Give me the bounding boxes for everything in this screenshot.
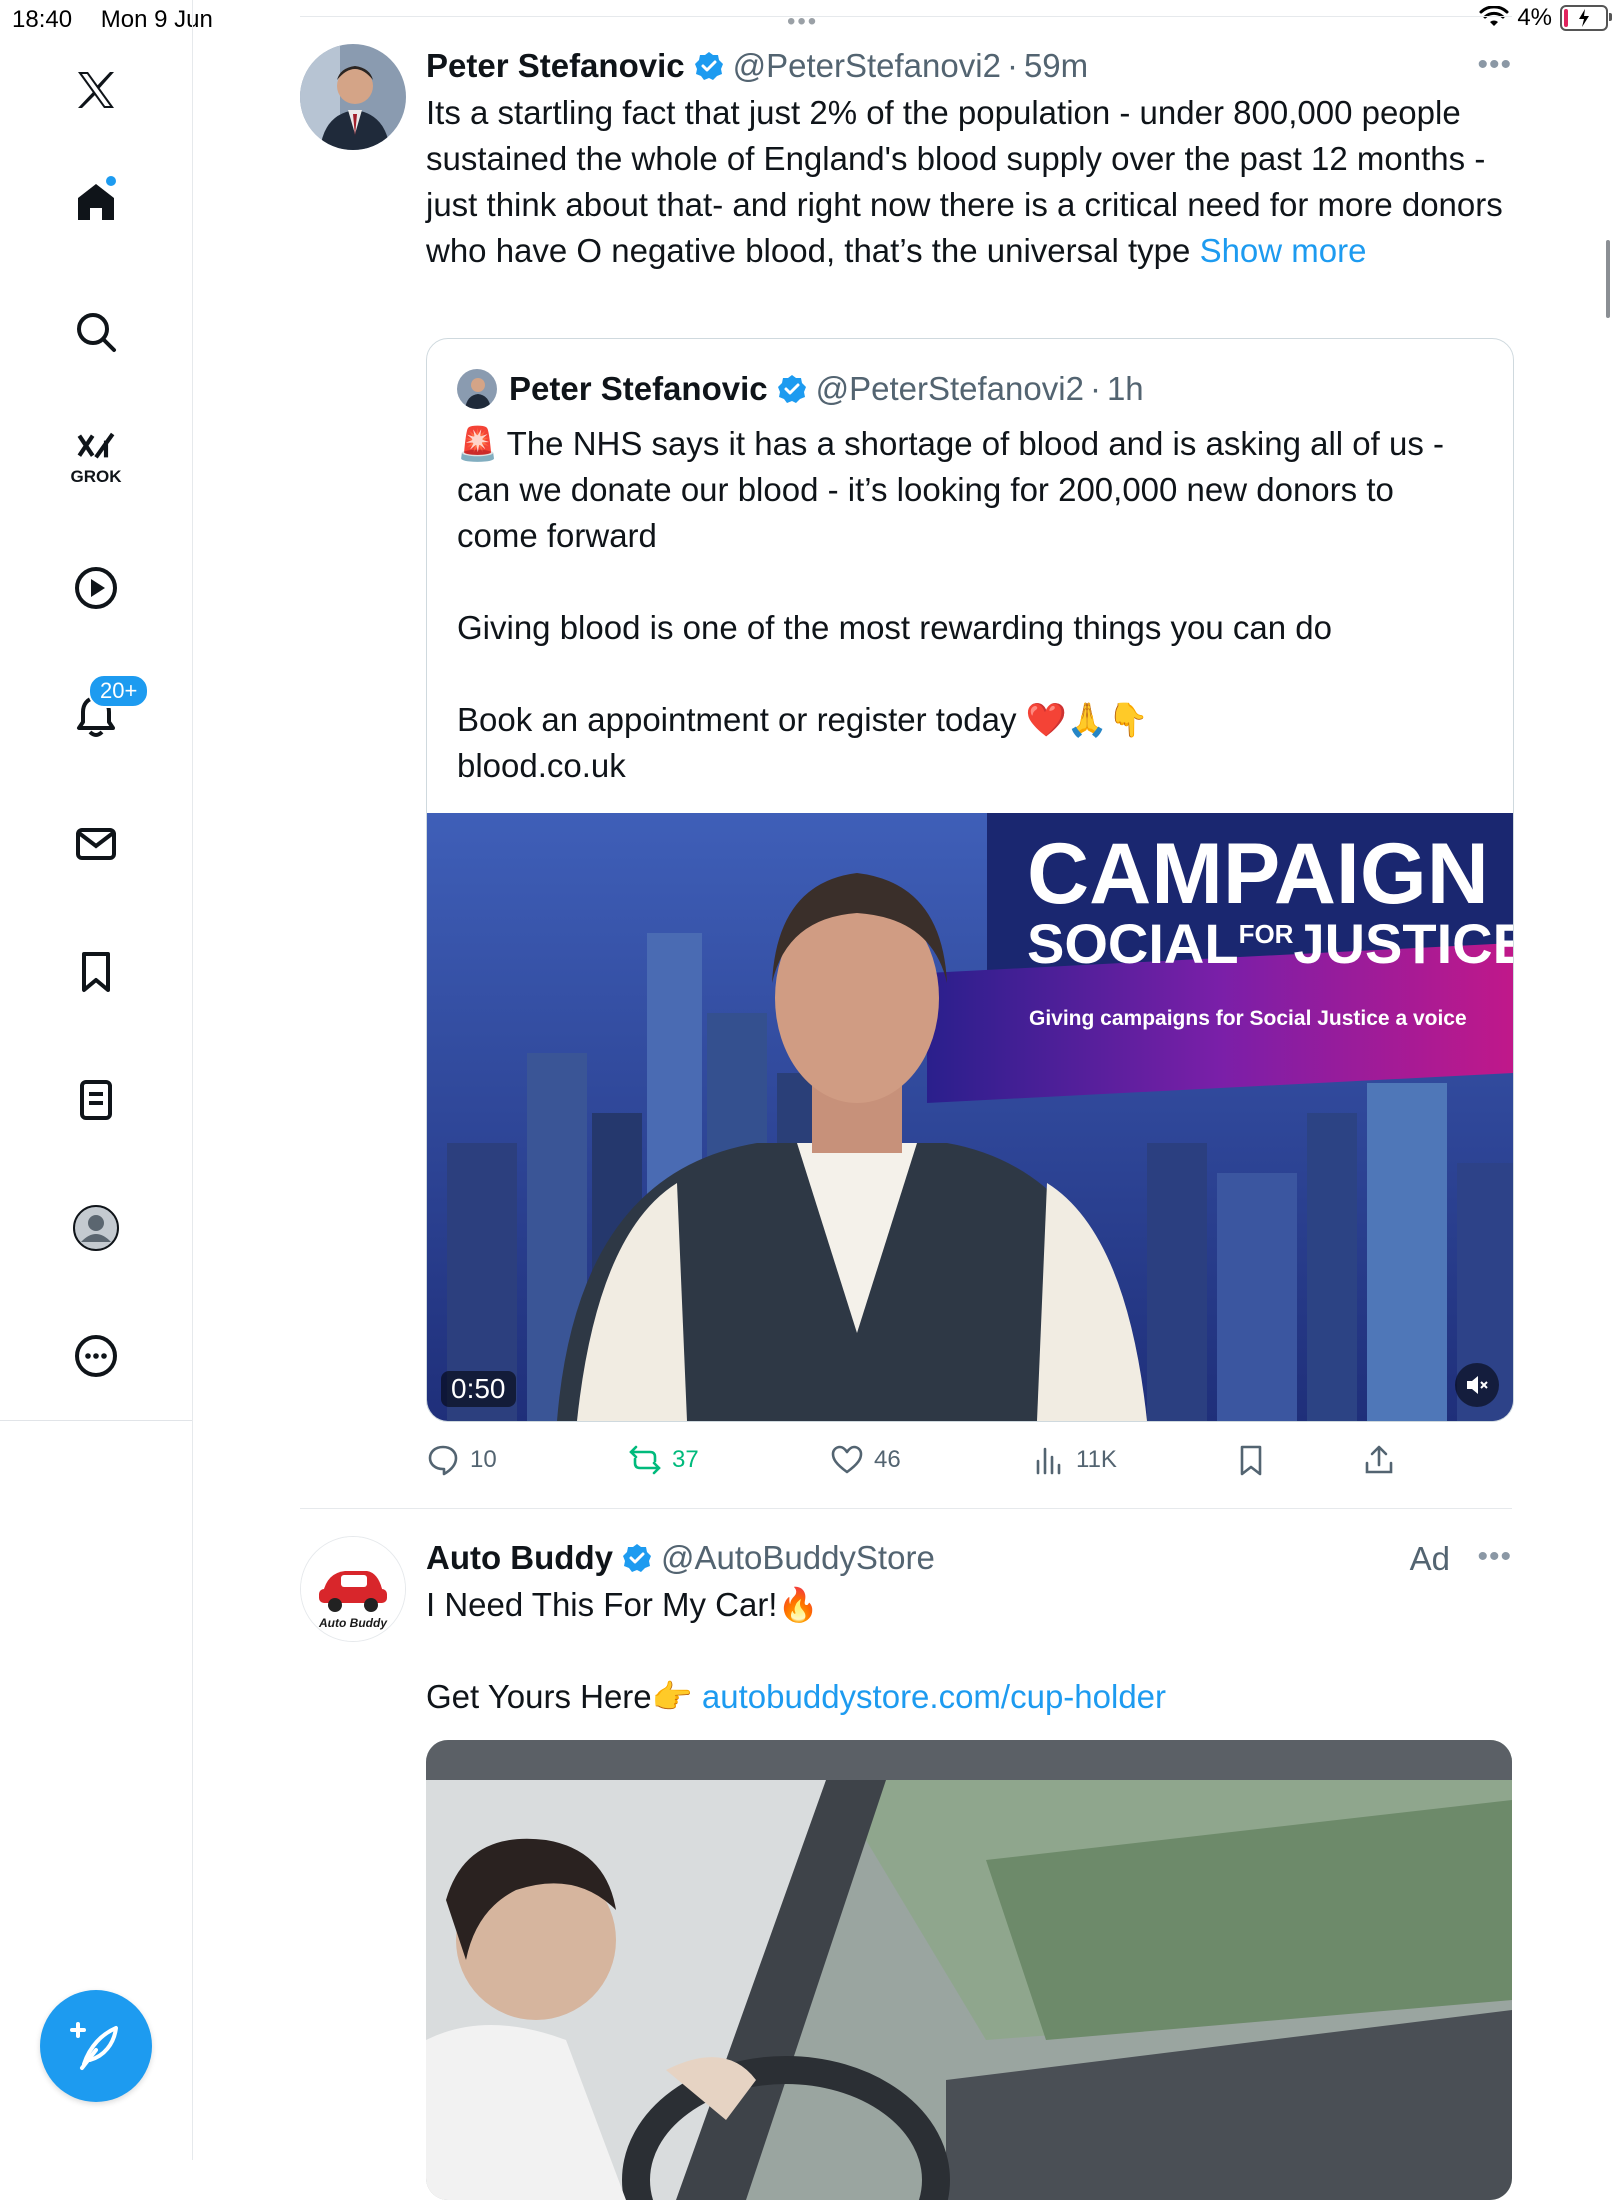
ad-avatar-caption: Auto Buddy <box>318 1616 388 1630</box>
tweet-more-icon[interactable]: ••• <box>1477 48 1512 82</box>
repost-count: 37 <box>672 1446 699 1473</box>
separator-dot: · <box>1006 47 1018 84</box>
tweet-more-icon[interactable]: ••• <box>1477 1540 1512 1574</box>
ad-label: Ad <box>1409 1540 1450 1577</box>
share-button[interactable] <box>1362 1436 1396 1484</box>
grok-icon <box>77 432 115 459</box>
verified-badge-icon <box>777 375 806 403</box>
view-count: 11K <box>1076 1446 1117 1473</box>
reply-count: 10 <box>470 1446 497 1473</box>
profile-icon[interactable] <box>0 1188 192 1268</box>
tweet-text: Its a startling fact that just 2% of the… <box>426 90 1512 274</box>
tweet-body: Auto Buddy @AutoBuddyStore Ad ••• I Need… <box>426 1536 1512 1720</box>
video-icon[interactable] <box>0 548 192 628</box>
quoted-tweet-header: Peter Stefanovic @PeterStefanovi2 · 1h <box>457 369 1144 409</box>
ad-text-line1: I Need This For My Car!🔥 <box>426 1586 819 1623</box>
reply-icon <box>428 1445 458 1476</box>
avatar[interactable] <box>300 44 406 150</box>
multitask-dots-icon[interactable]: ••• <box>787 8 818 36</box>
heart-icon <box>831 1445 863 1474</box>
quoted-author-name: Peter Stefanovic <box>509 370 768 407</box>
quoted-tweet[interactable]: Peter Stefanovic @PeterStefanovi2 · 1h 🚨… <box>426 338 1514 1422</box>
share-icon <box>1365 1445 1393 1474</box>
author-name[interactable]: Auto Buddy <box>426 1539 613 1577</box>
video-player[interactable]: CAMPAIGN SOCIALFORJUSTICE Giving campaig… <box>427 813 1513 1421</box>
repost-icon <box>629 1445 661 1475</box>
video-duration: 0:50 <box>441 1371 516 1407</box>
feed-top-border <box>300 16 1512 17</box>
verified-badge-icon <box>694 52 723 80</box>
quoted-author-handle: @PeterStefanovi2 <box>815 370 1084 407</box>
wifi-icon <box>1479 6 1509 26</box>
bookmarks-icon[interactable] <box>0 932 192 1012</box>
notifications-badge: 20+ <box>88 674 150 708</box>
reply-button[interactable]: 10 <box>426 1436 497 1484</box>
tweet-body: Peter Stefanovic @PeterStefanovi2 · 59m … <box>426 44 1512 274</box>
video-thumbnail: CAMPAIGN SOCIALFORJUSTICE Giving campaig… <box>427 813 1513 1421</box>
battery-icon <box>1560 5 1612 31</box>
more-options-icon[interactable] <box>0 1316 192 1396</box>
sidebar-divider <box>0 1420 192 1421</box>
battery-percent: 4% <box>1517 4 1552 31</box>
verified-badge-icon <box>622 1544 651 1572</box>
views-button[interactable]: 11K <box>1032 1436 1117 1484</box>
show-more-link[interactable]: Show more <box>1200 232 1367 269</box>
bookmark-button[interactable] <box>1234 1436 1268 1484</box>
ad-video-thumbnail <box>426 1740 1512 2200</box>
like-button[interactable]: 46 <box>830 1436 901 1484</box>
compose-feather-icon <box>70 2022 118 2070</box>
mute-icon[interactable] <box>1455 1363 1499 1407</box>
home-icon[interactable] <box>0 162 192 242</box>
scrollbar[interactable] <box>1606 240 1610 318</box>
messages-icon[interactable] <box>0 804 192 884</box>
ad-avatar[interactable]: Auto Buddy <box>300 1536 406 1642</box>
sidebar: GROK 20+ <box>0 0 193 2160</box>
banner-social: SOCIAL <box>1027 912 1239 975</box>
status-bar-right: 4% <box>1479 4 1612 32</box>
banner-title: CAMPAIGN <box>1027 826 1489 922</box>
grok-nav[interactable]: GROK <box>0 418 192 498</box>
author-name[interactable]: Peter Stefanovic <box>426 47 685 85</box>
lists-icon[interactable] <box>0 1060 192 1140</box>
author-handle[interactable]: @PeterStefanovi2 <box>733 47 1001 85</box>
repost-button[interactable]: 37 <box>628 1436 699 1484</box>
views-chart-icon <box>1036 1447 1061 1475</box>
quoted-tweet-time: 1h <box>1106 370 1144 407</box>
notifications-icon[interactable]: 20+ <box>0 674 192 756</box>
grok-label: GROK <box>70 467 122 486</box>
like-count: 46 <box>874 1446 901 1473</box>
author-handle[interactable]: @AutoBuddyStore <box>661 1539 935 1577</box>
x-logo-icon[interactable] <box>0 50 192 130</box>
banner-justice: JUSTICE <box>1293 912 1513 975</box>
tweet-divider <box>300 1508 1512 1509</box>
ad-text-line2: Get Yours Here👉 <box>426 1678 702 1715</box>
tweet-text: I Need This For My Car!🔥 Get Yours Here👉… <box>426 1582 1512 1720</box>
tweet-actions: 10 37 46 11K <box>426 1436 1512 1484</box>
banner-for: FOR <box>1239 919 1294 949</box>
tweet-header: Peter Stefanovic @PeterStefanovi2 · 59m <box>426 44 1512 88</box>
tweet-time[interactable]: 59m <box>1024 47 1088 85</box>
banner-tagline: Giving campaigns for Social Justice a vo… <box>1029 1007 1467 1030</box>
tweet-header: Auto Buddy @AutoBuddyStore <box>426 1536 1512 1580</box>
home-new-dot <box>106 176 116 186</box>
ad-video[interactable] <box>426 1740 1512 2200</box>
search-icon[interactable] <box>0 292 192 372</box>
bookmark-icon <box>1240 1445 1262 1476</box>
compose-button[interactable] <box>40 1990 152 2102</box>
ad-link[interactable]: autobuddystore.com/cup-holder <box>702 1678 1166 1715</box>
quoted-avatar <box>457 369 497 409</box>
separator-dot: · <box>1089 370 1101 407</box>
quoted-tweet-text: 🚨 The NHS says it has a shortage of bloo… <box>457 425 1444 784</box>
